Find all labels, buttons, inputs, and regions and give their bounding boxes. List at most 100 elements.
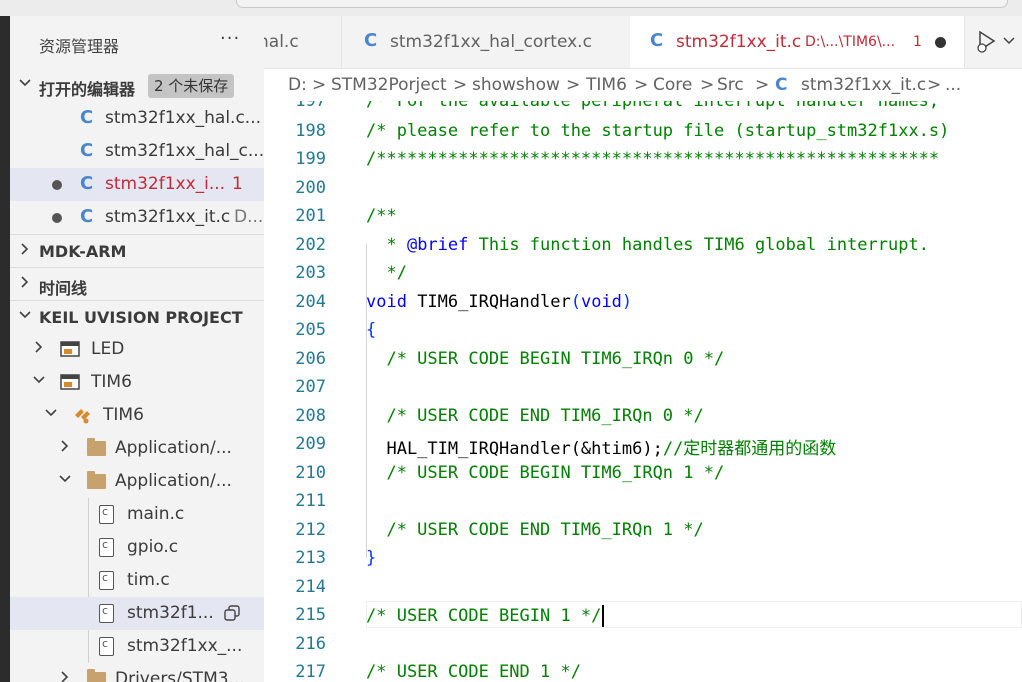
breadcrumb-folder[interactable]: Src <box>717 75 744 95</box>
tree-item-file[interactable]: main.c <box>10 498 264 531</box>
code-line: 201/** <box>295 206 397 226</box>
tree-label: Application/... <box>115 438 232 458</box>
open-editor-desc: D... <box>234 207 264 227</box>
tree-label: stm32f1... <box>127 603 214 623</box>
code-line: 217/* USER CODE END 1 */ <box>295 662 581 682</box>
keil-project-title: KEIL UVISION PROJECT <box>39 308 243 327</box>
unsaved-dot-icon <box>52 213 62 223</box>
explorer-header: 资源管理器 ··· <box>10 16 264 68</box>
c-file-icon: C <box>80 206 94 227</box>
breadcrumb-sep: > <box>634 75 649 95</box>
breadcrumb: D: > STM32Porject > showshow > TIM6 > Co… <box>264 69 1022 101</box>
command-center[interactable] <box>236 0 1008 8</box>
breadcrumb-sep: > <box>453 75 468 95</box>
unsaved-dot-icon[interactable] <box>935 37 946 48</box>
tree-item-file[interactable]: stm32f1xx_... <box>10 630 264 663</box>
tab-description: D:\...\TIM6\... <box>805 34 896 50</box>
tab-hal[interactable]: nal.c <box>264 16 341 68</box>
explorer-title: 资源管理器 <box>39 37 120 56</box>
more-actions-button[interactable]: ··· <box>220 28 240 49</box>
tree-item-file-selected[interactable]: stm32f1... <box>10 597 264 630</box>
mdk-arm-title: MDK-ARM <box>39 242 127 261</box>
tree-label: TIM6 <box>103 405 144 425</box>
code-line: 199/************************************… <box>295 149 940 169</box>
folder-open-icon <box>87 471 106 489</box>
chevron-right-icon <box>18 242 32 256</box>
tree-item-file[interactable]: tim.c <box>10 564 264 597</box>
tree-item-tim6-target[interactable]: TIM6 <box>10 399 264 432</box>
open-editor-item[interactable]: C stm32f1xx_hal.c... <box>10 102 264 135</box>
unsaved-badge: 2 个未保存 <box>148 74 235 98</box>
tab-it-active[interactable]: C stm32f1xx_it.c D:\...\TIM6\... 1 <box>630 16 965 68</box>
code-line: 204 void TIM6_IRQHandler(void) <box>295 292 633 312</box>
breadcrumb-folder[interactable]: Core <box>653 75 692 95</box>
code-line: 209 HAL_TIM_IRQHandler(&htim6);//定时器都通用的… <box>295 434 837 459</box>
open-editor-label: stm32f1xx_hal_c... <box>105 141 264 161</box>
tab-hal-cortex[interactable]: C stm32f1xx_hal_cortex.c <box>342 16 629 68</box>
run-debug-button[interactable] <box>970 26 1020 58</box>
editor-tab-bar: nal.c C stm32f1xx_hal_cortex.c C stm32f1… <box>264 16 1022 69</box>
tree-label: main.c <box>127 504 185 524</box>
open-editor-label: stm32f1xx_it.c <box>105 207 231 227</box>
tree-item-folder[interactable]: Drivers/STM3... <box>10 663 264 682</box>
section-mdk-arm[interactable]: MDK-ARM <box>10 235 264 268</box>
tree-label: Application/... <box>115 471 232 491</box>
section-open-editors[interactable]: 打开的编辑器 2 个未保存 <box>10 69 264 102</box>
tree-item-file[interactable]: gpio.c <box>10 531 264 564</box>
code-editor[interactable]: 197/* For the available peripheral inter… <box>264 101 1022 682</box>
open-editor-item[interactable]: C stm32f1xx_hal_c... <box>10 135 264 168</box>
tree-label: gpio.c <box>127 537 179 557</box>
activity-bar <box>0 16 10 682</box>
breadcrumb-sep: > <box>312 75 327 95</box>
code-line: 207 <box>295 377 326 397</box>
breadcrumb-drive[interactable]: D: <box>288 75 307 95</box>
tab-label: stm32f1xx_hal_cortex.c <box>390 32 592 52</box>
copy-icon[interactable] <box>224 605 240 621</box>
breadcrumb-folder[interactable]: STM32Porject <box>331 75 447 95</box>
tree-item-folder[interactable]: Application/... <box>10 432 264 465</box>
code-line: 197/* For the available peripheral inter… <box>295 101 940 111</box>
c-file-icon: C <box>80 173 94 194</box>
breadcrumb-file[interactable]: stm32f1xx_it.c <box>801 75 926 95</box>
c-file-icon: C <box>364 30 378 51</box>
chevron-right-icon <box>18 275 32 289</box>
chevron-down-icon <box>58 472 72 486</box>
chevron-down-icon <box>32 373 46 387</box>
section-keil-project[interactable]: KEIL UVISION PROJECT <box>10 301 264 334</box>
c-source-file-icon <box>99 505 114 524</box>
open-editor-item-active[interactable]: C stm32f1xx_i... 1 <box>10 168 264 201</box>
chevron-down-icon <box>18 308 32 322</box>
c-source-file-icon <box>99 604 114 623</box>
c-source-file-icon <box>99 571 114 590</box>
breadcrumb-sep: > <box>927 75 942 95</box>
tree-item-tim6[interactable]: TIM6 <box>10 366 264 399</box>
explorer-sidebar: 资源管理器 ··· 打开的编辑器 2 个未保存 C stm32f1xx_hal.… <box>10 16 264 682</box>
breadcrumb-sep: > <box>755 75 770 95</box>
chevron-right-icon <box>32 340 46 354</box>
code-line: 214 <box>295 577 326 597</box>
tree-item-folder[interactable]: Application/... <box>10 465 264 498</box>
breadcrumb-folder[interactable]: TIM6 <box>586 75 627 95</box>
code-line: 200 <box>295 178 326 198</box>
tab-label: nal.c <box>264 32 299 52</box>
open-editor-label: stm32f1xx_i... <box>105 174 226 194</box>
project-icon <box>60 341 80 358</box>
breadcrumb-folder[interactable]: showshow <box>472 75 560 95</box>
section-timeline[interactable]: 时间线 <box>10 268 264 301</box>
tree-label: tim.c <box>127 570 170 590</box>
open-editor-item[interactable]: C stm32f1xx_it.c D... <box>10 201 264 234</box>
c-file-icon: C <box>775 75 788 95</box>
chevron-right-icon <box>58 670 72 682</box>
tree-item-led[interactable]: LED <box>10 333 264 366</box>
chevron-right-icon <box>58 439 72 453</box>
project-icon <box>60 374 80 391</box>
target-icon <box>72 407 92 424</box>
unsaved-dot-icon <box>52 180 62 190</box>
code-line: 210 /* USER CODE BEGIN TIM6_IRQn 1 */ <box>295 463 725 483</box>
code-line-current: 215/* USER CODE BEGIN 1 */ <box>264 601 1022 630</box>
code-line: 198/* please refer to the startup file (… <box>295 121 950 141</box>
tree-label: stm32f1xx_... <box>127 636 243 656</box>
breadcrumb-symbols[interactable]: ... <box>945 75 961 95</box>
code-line: 203 */ <box>295 263 407 283</box>
tree-label: TIM6 <box>91 372 132 392</box>
